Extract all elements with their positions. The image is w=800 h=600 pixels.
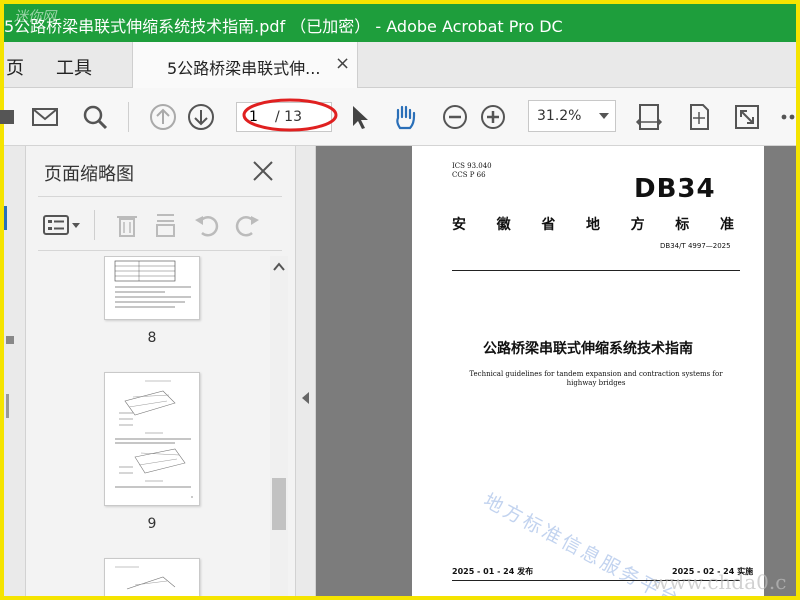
toolbar-separator [94,210,95,240]
fit-width-icon[interactable] [632,100,666,134]
page-thumbnail[interactable] [104,256,200,320]
active-panel-indicator [4,206,7,230]
document-tab-label: 5公路桥梁串联式伸... [167,59,321,78]
page-thumbnails-panel: 页面缩略图 8 9 [26,146,296,596]
heading-char: 准 [719,217,734,233]
page-thumbnail-number: 9 [147,516,157,532]
zoom-value: 31.2% [537,108,582,124]
previous-page-icon[interactable] [146,100,180,134]
layers-icon[interactable] [6,336,14,344]
rotate-right-icon[interactable] [232,210,262,240]
hand-tool-icon[interactable] [388,100,422,134]
panel-collapse-handle[interactable] [296,146,316,596]
chevron-left-icon [302,392,309,404]
attachments-icon[interactable] [6,394,9,418]
thumbnail-scrollbar[interactable] [270,256,288,596]
heading-char: 省 [541,217,556,233]
search-icon[interactable] [78,100,112,134]
heading-char: 方 [630,217,645,233]
menu-tab-row: 页 工具 5公路桥梁串联式伸... × [4,42,796,88]
ics-code: ICS 93.040 [452,162,492,170]
document-tab[interactable]: 5公路桥梁串联式伸... × [132,42,358,88]
publish-date: 2025 - 01 - 24 发布 [452,567,534,576]
divider [452,270,740,271]
rotate-left-icon[interactable] [192,210,222,240]
mail-icon[interactable] [28,100,62,134]
zoom-out-icon[interactable] [438,100,472,134]
site-watermark: www.chda0.c [652,570,787,594]
menu-item-tools[interactable]: 工具 [56,54,92,80]
red-ellipse-annotation [242,98,338,132]
document-title-en: Technical guidelines for tandem expansio… [469,370,723,387]
save-icon[interactable] [0,100,24,134]
select-cursor-icon[interactable] [342,100,376,134]
standard-number: DB34/T 4997—2025 [660,242,731,250]
chevron-down-icon [599,113,609,119]
page-thumbnail[interactable] [104,372,200,506]
page-thumbnail[interactable] [104,558,200,596]
window-title: 5公路桥梁串联式伸缩系统技术指南.pdf （已加密） - Adobe Acrob… [4,17,563,36]
left-navigation-strip [4,146,26,596]
tab-close-icon[interactable]: × [335,53,350,74]
page-thumbnail-number: 8 [147,330,157,346]
province-standard-heading: 安 徽 省 地 方 标 准 [452,214,734,234]
delete-icon[interactable] [112,210,142,240]
ccs-code: CCS P 66 [452,171,486,179]
panel-toolbar [38,202,282,248]
divider [38,250,282,251]
zoom-in-icon[interactable] [476,100,510,134]
toolbar-separator [128,102,129,132]
heading-char: 地 [585,217,600,233]
corner-watermark: 迷你网 [14,9,56,25]
standard-mark: DB34 [634,174,716,204]
heading-char: 标 [675,217,690,233]
panel-title: 页面缩略图 [44,164,134,185]
document-view[interactable]: ICS 93.040 CCS P 66 DB34 安 徽 省 地 方 标 准 D… [316,146,796,596]
thumbnail-list: 8 9 [26,256,270,596]
fit-page-icon[interactable] [682,100,716,134]
heading-char: 安 [452,217,466,233]
next-page-icon[interactable] [184,100,218,134]
toolbar: / 13 31.2% [0,88,796,146]
full-screen-icon[interactable] [730,100,764,134]
more-icon[interactable] [776,100,800,134]
options-icon[interactable] [42,210,84,240]
heading-char: 徽 [496,217,511,233]
extract-icon[interactable] [152,210,182,240]
menu-item-home[interactable]: 页 [6,54,24,80]
divider [38,196,282,197]
scroll-up-icon[interactable] [272,260,286,274]
document-title-cn: 公路桥梁串联式伸缩系统技术指南 [483,341,693,357]
pdf-page: ICS 93.040 CCS P 66 DB34 安 徽 省 地 方 标 准 D… [412,146,764,596]
close-icon[interactable] [248,156,278,186]
title-bar: 5公路桥梁串联式伸缩系统技术指南.pdf （已加密） - Adobe Acrob… [4,4,796,42]
zoom-dropdown[interactable]: 31.2% [528,100,616,132]
scrollbar-thumb[interactable] [272,478,286,530]
